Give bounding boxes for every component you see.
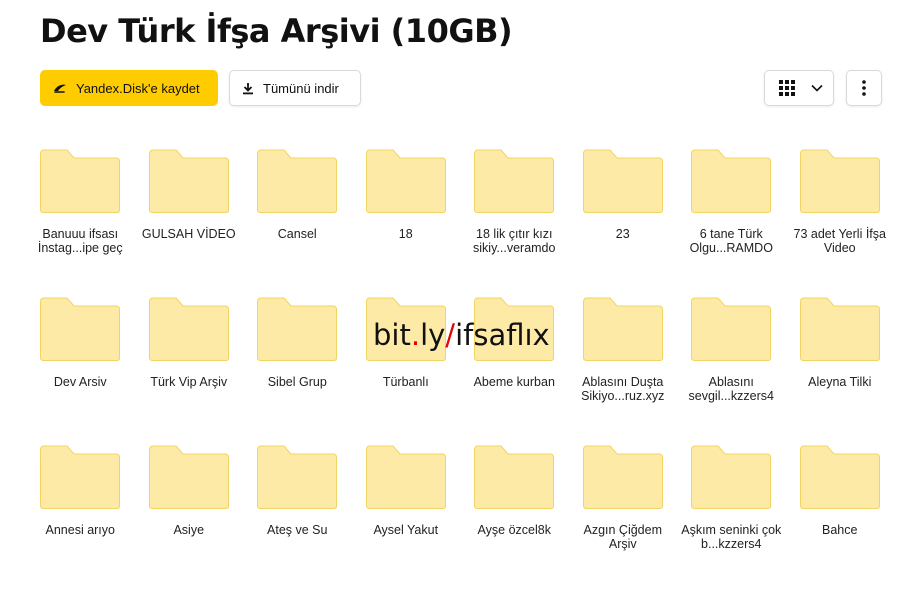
folder-name: 18 lik çıtır kızı sikiy...veramdo	[473, 227, 556, 255]
save-button-label: Yandex.Disk'e kaydet	[76, 80, 200, 96]
folder-icon	[148, 146, 230, 214]
folder-icon	[799, 442, 881, 510]
folder-name: 18	[398, 227, 413, 241]
folder-icon	[690, 146, 772, 214]
view-mode-dropdown[interactable]	[764, 70, 834, 106]
folder-name: Cansel	[277, 227, 317, 241]
folder-item[interactable]: Aysel Yakut	[352, 442, 461, 590]
folder-icon	[256, 294, 338, 362]
folder-name: Türbanlı	[382, 375, 429, 389]
folder-name: Ablasını Duşta Sikiyo...ruz.xyz	[581, 375, 665, 403]
folder-name: 23	[615, 227, 630, 241]
download-all-button[interactable]: Tümünü indir	[229, 70, 361, 106]
folder-icon	[799, 294, 881, 362]
folder-name: Dev Arsiv	[53, 375, 107, 389]
folder-name: Bahce	[822, 523, 858, 537]
folder-icon	[39, 146, 121, 214]
folder-item[interactable]: 23	[569, 146, 678, 294]
folder-name: Abeme kurban	[473, 375, 555, 389]
grid-icon	[779, 80, 795, 96]
folder-icon	[690, 442, 772, 510]
folder-name: Aşkım seninki çok b...kzzers4	[681, 523, 782, 551]
folder-item[interactable]: Ayşe özcel8k	[460, 442, 569, 590]
folder-item[interactable]: Türbanlı	[352, 294, 461, 442]
folder-item[interactable]: GULSAH VİDEO	[135, 146, 244, 294]
save-to-disk-button[interactable]: Yandex.Disk'e kaydet	[40, 70, 218, 106]
folder-item[interactable]: Sibel Grup	[243, 294, 352, 442]
folder-item[interactable]: Ablasını sevgil...kzzers4	[677, 294, 786, 442]
folder-item[interactable]: 18	[352, 146, 461, 294]
more-vertical-icon	[862, 80, 866, 96]
folder-item[interactable]: 73 adet Yerli İfşa Video	[786, 146, 895, 294]
folder-icon	[39, 442, 121, 510]
folder-name: 73 adet Yerli İfşa Video	[793, 227, 886, 255]
folder-icon	[365, 442, 447, 510]
folder-icon	[799, 146, 881, 214]
folder-icon	[690, 294, 772, 362]
folder-icon	[582, 442, 664, 510]
folder-item[interactable]: Annesi arıyo	[26, 442, 135, 590]
folder-item[interactable]: Bahce	[786, 442, 895, 590]
download-icon	[242, 82, 254, 95]
folder-icon	[582, 294, 664, 362]
watermark-text: bit.ly/ifsaflıx	[373, 318, 550, 352]
folder-item[interactable]: Banuuu ifsası İnstag...ipe geç	[26, 146, 135, 294]
folder-name: Türk Vip Arşiv	[150, 375, 228, 389]
folder-name: Annesi arıyo	[45, 523, 115, 537]
folder-item[interactable]: Aşkım seninki çok b...kzzers4	[677, 442, 786, 590]
folder-name: Ayşe özcel8k	[477, 523, 551, 537]
folder-item[interactable]: Dev Arsiv	[26, 294, 135, 442]
folder-item[interactable]: Aleyna Tilki	[786, 294, 895, 442]
folder-name: GULSAH VİDEO	[141, 227, 236, 241]
folder-icon	[256, 442, 338, 510]
folder-item[interactable]: 18 lik çıtır kızı sikiy...veramdo	[460, 146, 569, 294]
folder-icon	[473, 146, 555, 214]
folder-item[interactable]: Azgın Çiğdem Arşiv	[569, 442, 678, 590]
folder-item[interactable]: Ateş ve Su	[243, 442, 352, 590]
folder-item[interactable]: Cansel	[243, 146, 352, 294]
folder-name: Aysel Yakut	[373, 523, 439, 537]
folder-item[interactable]: Asiye	[135, 442, 244, 590]
folder-name: Ateş ve Su	[267, 523, 328, 537]
folder-name: Azgın Çiğdem Arşiv	[583, 523, 662, 551]
folder-item[interactable]: Abeme kurban	[460, 294, 569, 442]
more-options-button[interactable]	[846, 70, 882, 106]
folder-name: Sibel Grup	[267, 375, 327, 389]
folder-icon	[473, 442, 555, 510]
yandex-disk-icon	[52, 82, 68, 94]
folder-item[interactable]: Türk Vip Arşiv	[135, 294, 244, 442]
folder-item[interactable]: 6 tane Türk Olgu...RAMDO	[677, 146, 786, 294]
folder-name: 6 tane Türk Olgu...RAMDO	[689, 227, 773, 255]
folder-name: Asiye	[173, 523, 205, 537]
folder-item[interactable]: Ablasını Duşta Sikiyo...ruz.xyz	[569, 294, 678, 442]
folder-icon	[39, 294, 121, 362]
download-button-label: Tümünü indir	[263, 80, 339, 96]
folder-grid: Banuuu ifsası İnstag...ipe geç GULSAH VİD…	[26, 146, 894, 590]
page-title: Dev Türk İfşa Arşivi (10GB)	[40, 12, 513, 50]
folder-icon	[148, 442, 230, 510]
chevron-down-icon	[811, 84, 823, 92]
folder-name: Ablasını sevgil...kzzers4	[688, 375, 774, 403]
folder-icon	[256, 146, 338, 214]
folder-icon	[148, 294, 230, 362]
folder-icon	[365, 146, 447, 214]
folder-name: Banuuu ifsası İnstag...ipe geç	[37, 227, 123, 255]
folder-icon	[582, 146, 664, 214]
folder-name: Aleyna Tilki	[808, 375, 872, 389]
